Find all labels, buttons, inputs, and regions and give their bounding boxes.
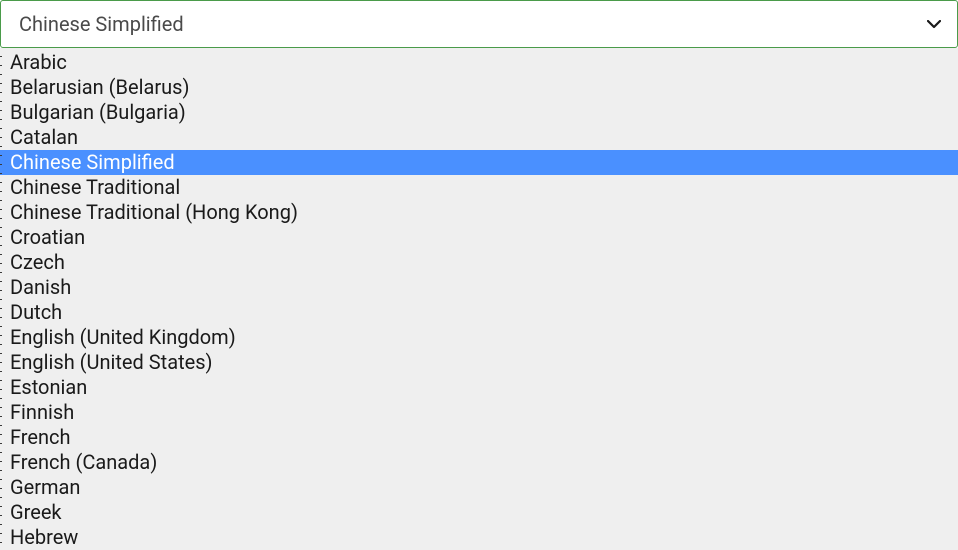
chevron-down-icon [925,15,943,33]
language-option[interactable]: Arabic [0,50,958,75]
language-select-trigger[interactable]: Chinese Simplified [0,0,958,48]
language-option[interactable]: Belarusian (Belarus) [0,75,958,100]
language-option[interactable]: French (Canada) [0,450,958,475]
language-option[interactable]: Catalan [0,125,958,150]
language-option[interactable]: Chinese Traditional [0,175,958,200]
language-option[interactable]: Croatian [0,225,958,250]
language-select: Chinese Simplified ArabicBelarusian (Bel… [0,0,958,550]
language-select-value: Chinese Simplified [19,12,184,36]
language-option[interactable]: German [0,475,958,500]
language-option[interactable]: French [0,425,958,450]
language-option[interactable]: Bulgarian (Bulgaria) [0,100,958,125]
language-option[interactable]: Greek [0,500,958,525]
language-option[interactable]: Hebrew [0,525,958,550]
language-option[interactable]: English (United States) [0,350,958,375]
language-option[interactable]: Czech [0,250,958,275]
language-option[interactable]: Estonian [0,375,958,400]
language-option[interactable]: English (United Kingdom) [0,325,958,350]
language-dropdown-list: ArabicBelarusian (Belarus)Bulgarian (Bul… [0,48,958,550]
language-option[interactable]: Chinese Simplified [0,150,958,175]
language-option[interactable]: Dutch [0,300,958,325]
language-option[interactable]: Finnish [0,400,958,425]
language-option[interactable]: Chinese Traditional (Hong Kong) [0,200,958,225]
language-option[interactable]: Danish [0,275,958,300]
